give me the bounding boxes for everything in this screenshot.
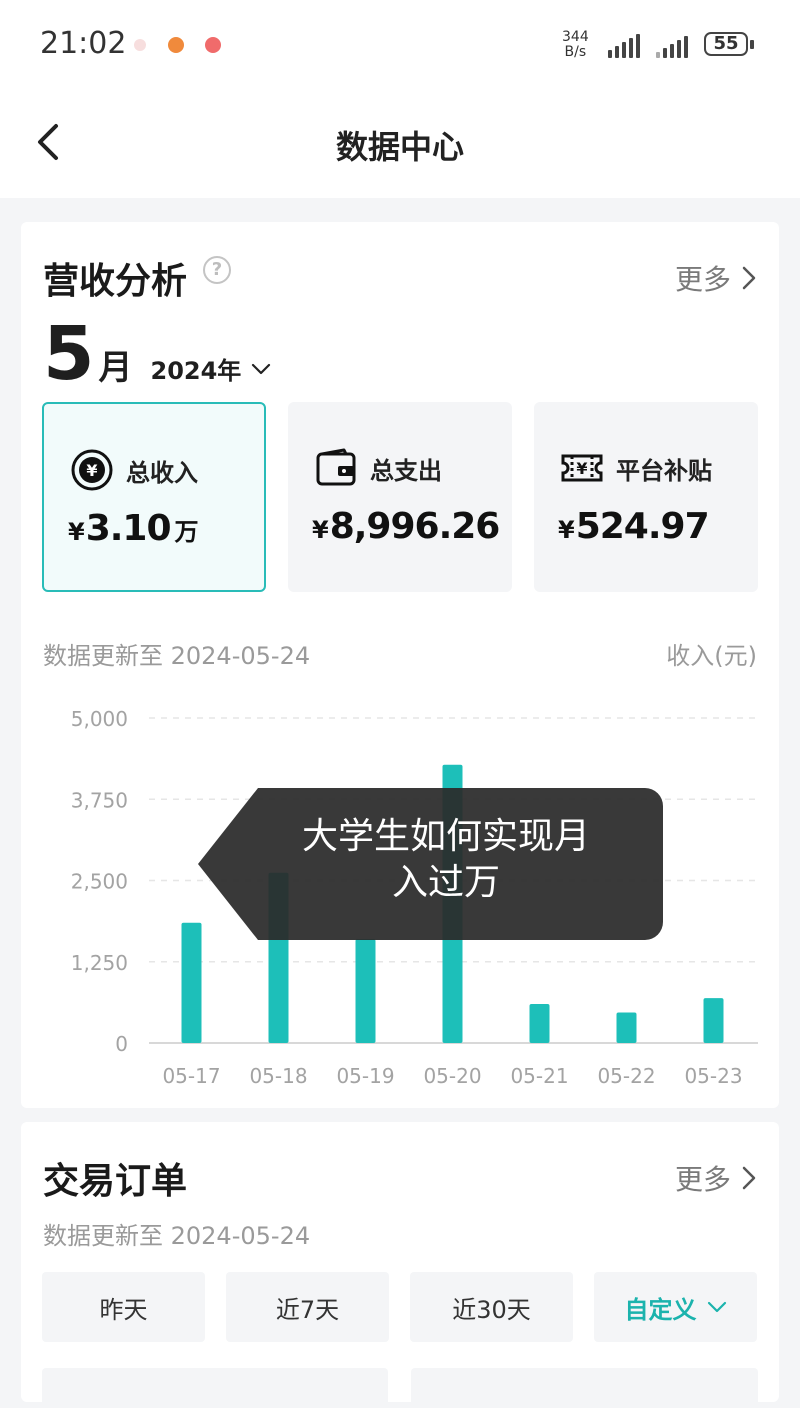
more-label: 更多 <box>674 263 731 296</box>
filter-30-days[interactable]: 近30天 <box>410 1272 573 1342</box>
x-tick-label: 05-21 <box>510 1064 568 1088</box>
notification-app-icon <box>205 37 221 53</box>
yuan-coin-icon: ¥ <box>71 449 113 491</box>
date-filter-group: 昨天 近7天 近30天 自定义 <box>42 1272 757 1342</box>
y-tick-label: 2,500 <box>71 870 128 894</box>
chart-unit-label: 收入(元) <box>666 642 757 670</box>
stat-value: ¥524.97 <box>558 506 710 547</box>
svg-text:¥: ¥ <box>86 461 97 480</box>
chart-bar <box>616 1012 637 1043</box>
orders-card: 交易订单 更多 数据更新至 2024-05-24 昨天 近7天 近30天 自定义 <box>21 1122 779 1408</box>
stat-value: ¥8,996.26 <box>312 506 500 547</box>
orders-more-link[interactable]: 更多 <box>675 1158 757 1198</box>
signal-icon <box>656 34 688 58</box>
overlay-caption: 大学生如何实现月 入过万 <box>198 788 663 940</box>
stat-total-expense[interactable]: 总支出 ¥8,996.26 <box>288 402 512 592</box>
update-note: 数据更新至 2024-05-24 <box>43 1222 311 1250</box>
stat-label: 总收入 <box>126 458 198 487</box>
y-tick-label: 5,000 <box>71 707 128 731</box>
wallet-icon <box>316 448 356 486</box>
year-selector[interactable]: 2024年 <box>151 351 272 386</box>
stat-value: ¥3.10 万 <box>68 508 199 549</box>
orders-title: 交易订单 <box>43 1161 188 1202</box>
month-unit: 月 <box>98 348 133 388</box>
chevron-down-icon <box>707 1301 726 1313</box>
stat-total-income[interactable]: ¥ 总收入 ¥3.10 万 <box>42 402 266 592</box>
caption-text: 大学生如何实现月 入过万 <box>301 816 590 903</box>
month-number: 5 <box>43 311 95 397</box>
status-bar: 21:02 344 B/s 55 <box>0 0 800 92</box>
app-header: 数据中心 <box>0 92 800 198</box>
chevron-right-icon <box>742 266 756 290</box>
filter-custom-label: 自定义 <box>624 1295 697 1324</box>
filter-custom[interactable]: 自定义 <box>594 1272 757 1342</box>
y-tick-label: 3,750 <box>71 788 128 812</box>
network-speed: 344 B/s <box>562 30 589 60</box>
question-circle-icon[interactable]: ? <box>203 256 231 284</box>
network-speed-unit: B/s <box>564 44 587 60</box>
year-label: 2024年 <box>150 357 242 385</box>
update-note: 数据更新至 2024-05-24 <box>43 642 311 670</box>
status-time: 21:02 <box>40 26 127 61</box>
stat-platform-subsidy[interactable]: ¥ 平台补贴 ¥524.97 <box>534 402 758 592</box>
chart-bar <box>703 998 724 1043</box>
battery-icon: 55 <box>704 32 748 56</box>
x-tick-label: 05-18 <box>249 1064 307 1088</box>
x-tick-label: 05-19 <box>336 1064 394 1088</box>
signal-icon <box>608 34 640 58</box>
filter-yesterday[interactable]: 昨天 <box>42 1272 205 1342</box>
chart-bar <box>355 939 376 1043</box>
svg-text:¥: ¥ <box>576 459 587 478</box>
notification-app-icon <box>168 37 184 53</box>
x-tick-label: 05-23 <box>684 1064 742 1088</box>
more-label: 更多 <box>674 1163 731 1196</box>
network-speed-value: 344 <box>562 29 589 45</box>
chart-bar <box>529 1004 550 1043</box>
chevron-down-icon <box>252 363 271 374</box>
filter-7-days[interactable]: 近7天 <box>226 1272 389 1342</box>
notification-icon <box>134 39 146 51</box>
stat-tile <box>42 1368 388 1408</box>
battery-tip <box>750 40 754 49</box>
stat-label: 平台补贴 <box>616 456 712 485</box>
revenue-card: 营收分析 ? 更多 5 月 2024年 ¥ 总收入 ¥3.10 万 总支出 ¥8… <box>21 222 779 1108</box>
stat-label: 总支出 <box>370 456 442 485</box>
month-row: 5 月 2024年 <box>43 314 271 394</box>
stat-tile <box>411 1368 758 1408</box>
revenue-more-link[interactable]: 更多 <box>675 258 757 298</box>
x-tick-label: 05-20 <box>423 1064 481 1088</box>
chevron-right-icon <box>742 1166 756 1190</box>
revenue-title: 营收分析 <box>43 261 188 302</box>
y-tick-label: 1,250 <box>71 951 128 975</box>
chart-bar <box>181 922 202 1043</box>
x-tick-label: 05-17 <box>162 1064 220 1088</box>
yuan-ticket-icon: ¥ <box>561 454 603 482</box>
page-title: 数据中心 <box>335 128 464 166</box>
x-tick-label: 05-22 <box>597 1064 655 1088</box>
y-tick-label: 0 <box>115 1032 128 1056</box>
